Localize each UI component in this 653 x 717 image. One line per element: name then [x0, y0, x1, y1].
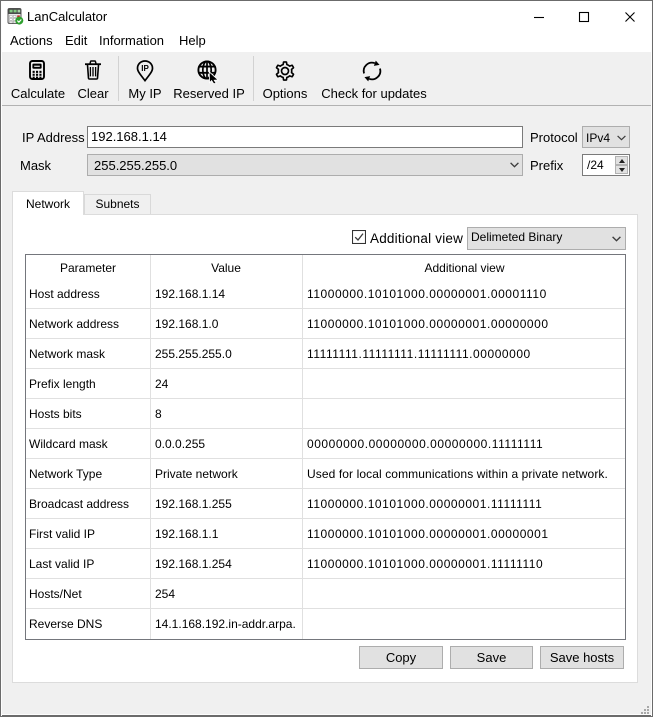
svg-text:IP: IP	[141, 64, 149, 73]
